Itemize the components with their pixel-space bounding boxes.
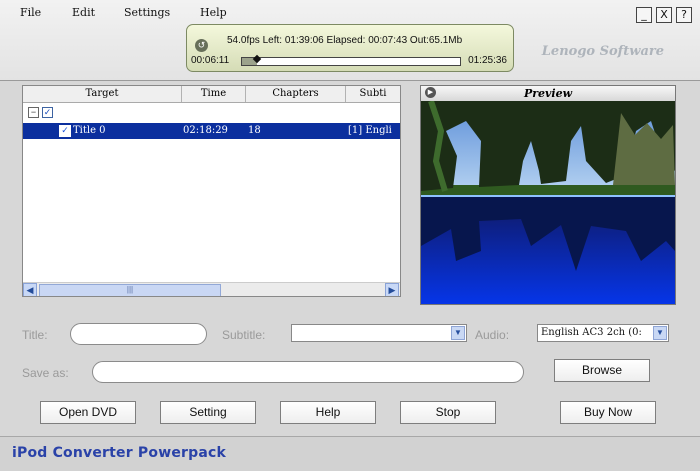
preview-title: Preview [523,87,573,100]
chevron-down-icon[interactable]: ▼ [451,326,465,340]
table-header: Target Time Chapters Subti [23,86,400,103]
rewind-icon[interactable]: ↺ [195,39,208,52]
scroll-right-icon[interactable]: ▶ [385,283,399,296]
save-as-field[interactable] [92,361,524,383]
title-table: Target Time Chapters Subti − ✓ ✓ Title 0… [22,85,401,297]
help-button[interactable]: ? [676,7,692,23]
footer-title: iPod Converter Powerpack [12,445,227,461]
brand-name: Lenogo Software [541,44,664,59]
chevron-down-icon[interactable]: ▼ [653,326,667,340]
status-line: 54.0fps Left: 01:39:06 Elapsed: 00:07:43… [227,35,463,46]
title-field[interactable] [70,323,207,345]
scroll-thumb[interactable]: ||| [39,284,221,296]
tree-root: − ✓ [28,106,53,118]
subtitle-select[interactable]: ▼ [291,324,467,342]
close-button[interactable]: X [656,7,672,23]
progress-track[interactable] [241,54,461,66]
menu-settings[interactable]: Settings [124,6,170,19]
menu-file[interactable]: File [20,6,41,19]
preview-header: ▶ Preview [421,86,675,102]
app-window: File Edit Settings Help _ X ? ↺ 54.0fps … [0,0,700,471]
column-chapters[interactable]: Chapters [246,86,346,102]
audio-select-value: English AC3 2ch (0: [541,327,642,338]
scroll-left-icon[interactable]: ◀ [23,283,37,296]
status-panel: ↺ 54.0fps Left: 01:39:06 Elapsed: 00:07:… [186,24,514,72]
collapse-icon[interactable]: − [28,107,39,118]
preview-panel: ▶ Preview [420,85,676,305]
column-subtitle[interactable]: Subti [346,86,400,102]
row-checkbox[interactable]: ✓ [59,125,71,137]
table-row[interactable]: ✓ Title 0 02:18:29 18 [1] Engli [23,123,400,139]
help-action-button[interactable]: Help [280,401,376,424]
setting-button[interactable]: Setting [160,401,256,424]
title-label: Title: [22,328,48,342]
main-panel: Target Time Chapters Subti − ✓ ✓ Title 0… [0,81,700,436]
horizontal-scrollbar[interactable]: ◀ ||| ▶ [23,282,400,296]
menu-help[interactable]: Help [200,6,227,19]
subtitle-label: Subtitle: [222,328,266,342]
total-time: 01:25:36 [468,55,507,66]
buy-now-button[interactable]: Buy Now [560,401,656,424]
minimize-button[interactable]: _ [636,7,652,23]
cell-target: Title 0 [73,125,106,136]
footer-bar: iPod Converter Powerpack [0,436,700,471]
save-as-label: Save as: [22,366,69,380]
browse-button[interactable]: Browse [554,359,650,382]
root-checkbox[interactable]: ✓ [42,107,53,118]
audio-label: Audio: [475,328,510,342]
column-target[interactable]: Target [23,86,182,102]
current-time: 00:06:11 [191,55,230,66]
cell-time: 02:18:29 [183,125,228,136]
preview-image [421,101,675,304]
open-dvd-button[interactable]: Open DVD [40,401,136,424]
stop-button[interactable]: Stop [400,401,496,424]
menu-edit[interactable]: Edit [72,6,95,19]
menu-bar: File Edit Settings Help _ X ? ↺ 54.0fps … [0,0,700,81]
column-time[interactable]: Time [182,86,246,102]
cell-chapters: 18 [248,125,261,136]
cell-subtitle: [1] Engli [348,125,392,136]
audio-select[interactable]: English AC3 2ch (0: ▼ [537,324,669,342]
